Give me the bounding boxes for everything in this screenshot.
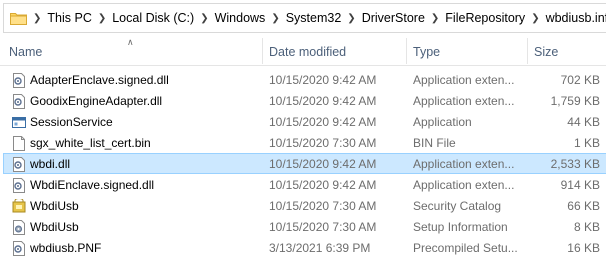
file-date-modified: 10/15/2020 9:42 AM [269,178,377,192]
file-date-modified: 10/15/2020 7:30 AM [269,136,377,150]
column-header-date-modified[interactable]: Date modified [269,36,346,66]
column-header-row: Name ∧ Date modified Type Size [0,36,606,66]
file-row[interactable]: SessionService 10/15/2020 9:42 AM Applic… [3,111,606,132]
column-header-type[interactable]: Type [413,36,440,66]
file-size: 1 KB [573,136,600,150]
column-header-size[interactable]: Size [534,36,558,66]
breadcrumb-windows[interactable]: Windows [215,11,266,25]
address-bar[interactable]: ❯ This PC ❯ Local Disk (C:) ❯ Windows ❯ … [3,3,606,33]
chevron-right-icon[interactable]: ❯ [431,13,439,24]
breadcrumb-driverstore[interactable]: DriverStore [362,11,425,25]
file-name: WbdiUsb [30,199,79,213]
file-size: 914 KB [560,178,600,192]
file-name: WbdiEnclave.signed.dll [30,178,155,192]
column-divider[interactable] [406,38,407,64]
breadcrumb-system32[interactable]: System32 [286,11,342,25]
file-size: 8 KB [573,220,600,234]
file-date-modified: 10/15/2020 7:30 AM [269,220,377,234]
file-name: wbdi.dll [30,157,71,171]
file-name: AdapterEnclave.signed.dll [30,73,169,87]
file-row[interactable]: GoodixEngineAdapter.dll 10/15/2020 9:42 … [3,90,606,111]
file-size: 16 KB [567,241,600,255]
blank-file-icon [12,136,26,151]
file-name: sgx_white_list_cert.bin [30,136,151,150]
application-icon [12,115,26,130]
file-size: 44 KB [567,115,600,129]
dll-icon [12,178,26,193]
file-date-modified: 3/13/2021 6:39 PM [269,241,371,255]
breadcrumb-this-pc[interactable]: This PC [47,11,91,25]
file-date-modified: 10/15/2020 9:42 AM [269,94,377,108]
chevron-right-icon[interactable]: ❯ [200,13,208,24]
sort-ascending-icon: ∧ [127,37,134,47]
file-row[interactable]: wbdiusb.PNF 3/13/2021 6:39 PM Precompile… [3,237,606,258]
dll-icon [12,157,26,172]
pnf-file-icon [12,241,26,256]
file-row[interactable]: WbdiUsb 10/15/2020 7:30 AM Setup Informa… [3,216,606,237]
breadcrumb-local-disk[interactable]: Local Disk (C:) [112,11,194,25]
file-name: wbdiusb.PNF [30,241,102,255]
file-date-modified: 10/15/2020 9:42 AM [269,115,377,129]
file-row[interactable]: sgx_white_list_cert.bin 10/15/2020 7:30 … [3,132,606,153]
file-date-modified: 10/15/2020 9:42 AM [269,157,377,171]
file-name: WbdiUsb [30,220,79,234]
file-size: 2,533 KB [550,157,600,171]
file-size: 702 KB [560,73,600,87]
chevron-right-icon[interactable]: ❯ [271,13,279,24]
file-name: SessionService [30,115,113,129]
file-date-modified: 10/15/2020 7:30 AM [269,199,377,213]
folder-icon [10,12,27,25]
chevron-right-icon[interactable]: ❯ [531,13,539,24]
chevron-right-icon[interactable]: ❯ [347,13,355,24]
file-row[interactable]: AdapterEnclave.signed.dll 10/15/2020 9:4… [3,69,606,90]
breadcrumb-current-folder[interactable]: wbdiusb.inf_am [546,11,606,25]
security-catalog-icon [12,198,26,214]
setup-information-icon [12,220,26,235]
column-divider[interactable] [527,38,528,64]
column-header-name[interactable]: Name [9,36,42,66]
file-row[interactable]: WbdiUsb 10/15/2020 7:30 AM Security Cata… [3,195,606,216]
file-size: 66 KB [567,199,600,213]
chevron-right-icon[interactable]: ❯ [98,13,106,24]
dll-icon [12,73,26,88]
column-divider[interactable] [262,38,263,64]
breadcrumb-filerepository[interactable]: FileRepository [445,11,525,25]
dll-icon [12,94,26,109]
file-date-modified: 10/15/2020 9:42 AM [269,73,377,87]
file-row-selected[interactable]: wbdi.dll 10/15/2020 9:42 AM Application … [3,153,606,174]
file-name: GoodixEngineAdapter.dll [30,94,163,108]
chevron-right-icon[interactable]: ❯ [33,13,41,24]
file-row[interactable]: WbdiEnclave.signed.dll 10/15/2020 9:42 A… [3,174,606,195]
file-size: 1,759 KB [550,94,600,108]
